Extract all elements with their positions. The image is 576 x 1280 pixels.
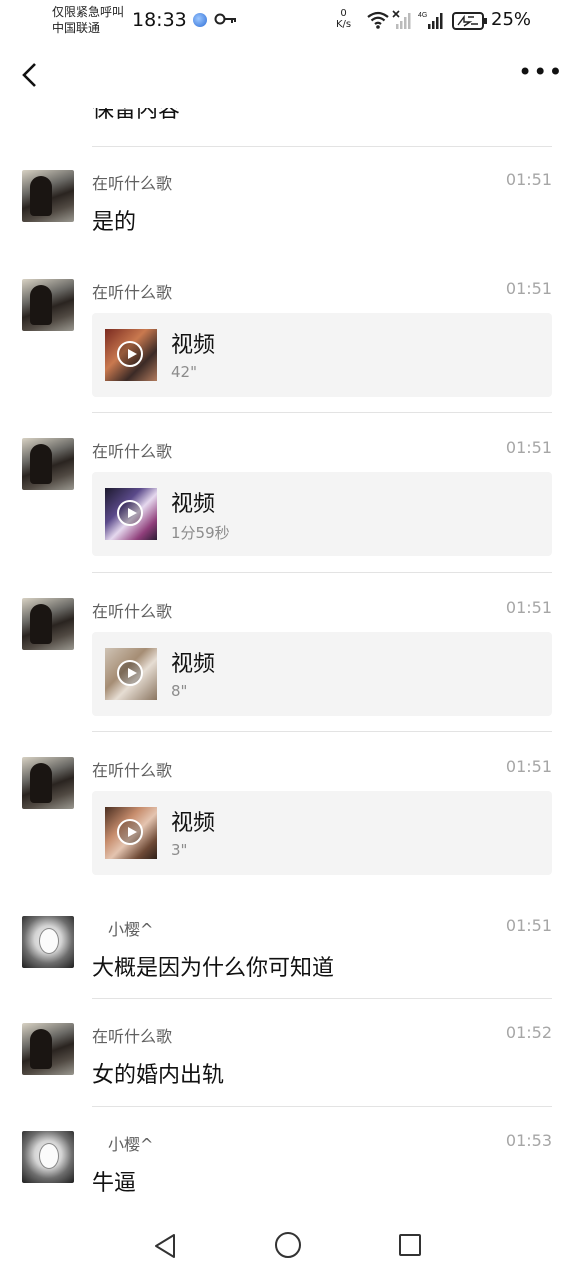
video-card[interactable]: 视频 3" bbox=[92, 791, 552, 875]
sender-name: 在听什么歌 bbox=[92, 761, 173, 780]
message-list[interactable]: 保留内容 在听什么歌 01:51 是的 在听什么歌 01:51 视频 42" 在… bbox=[0, 0, 576, 1210]
play-icon bbox=[117, 819, 143, 845]
video-title: 视频 bbox=[171, 811, 216, 836]
avatar[interactable] bbox=[22, 598, 74, 650]
message-time: 01:51 bbox=[505, 170, 552, 189]
message-text: 是的 bbox=[92, 210, 137, 235]
avatar[interactable] bbox=[22, 438, 74, 490]
sender-name: 在听什么歌 bbox=[92, 174, 173, 193]
avatar[interactable] bbox=[22, 757, 74, 809]
divider bbox=[92, 998, 552, 999]
avatar[interactable] bbox=[22, 170, 74, 222]
video-duration: 42" bbox=[171, 363, 197, 381]
video-title: 视频 bbox=[171, 333, 216, 358]
sender-name: 小樱^ bbox=[108, 1135, 154, 1154]
sender-name: 在听什么歌 bbox=[92, 442, 173, 461]
more-icon[interactable]: ••• bbox=[518, 60, 562, 86]
video-thumbnail[interactable] bbox=[105, 329, 157, 381]
divider bbox=[92, 1106, 552, 1107]
sender-name: 小樱^ bbox=[108, 920, 154, 939]
video-card[interactable]: 视频 8" bbox=[92, 632, 552, 716]
system-nav-bar bbox=[0, 1210, 576, 1280]
message-time: 01:52 bbox=[505, 1023, 552, 1042]
message-text: 女的婚内出轨 bbox=[92, 1063, 225, 1088]
message-time: 01:51 bbox=[505, 438, 552, 457]
play-icon bbox=[117, 660, 143, 686]
divider bbox=[92, 412, 552, 413]
nav-recent-icon[interactable] bbox=[399, 1234, 421, 1256]
back-icon[interactable] bbox=[16, 60, 44, 90]
nav-home-icon[interactable] bbox=[275, 1232, 301, 1258]
message-text: 大概是因为什么你可知道 bbox=[92, 956, 335, 981]
divider bbox=[92, 146, 552, 147]
sender-name: 在听什么歌 bbox=[92, 1027, 173, 1046]
video-duration: 1分59秒 bbox=[171, 524, 230, 542]
avatar[interactable] bbox=[22, 279, 74, 331]
message-time: 01:51 bbox=[505, 598, 552, 617]
divider bbox=[92, 731, 552, 732]
top-bar: ••• bbox=[0, 44, 576, 108]
video-duration: 3" bbox=[171, 841, 188, 859]
avatar[interactable] bbox=[22, 1023, 74, 1075]
message-text: 牛逼 bbox=[92, 1171, 137, 1196]
message-time: 01:53 bbox=[505, 1131, 552, 1150]
message-time: 01:51 bbox=[505, 757, 552, 776]
avatar[interactable] bbox=[22, 916, 74, 968]
message-time: 01:51 bbox=[505, 916, 552, 935]
video-card[interactable]: 视频 42" bbox=[92, 313, 552, 397]
video-card[interactable]: 视频 1分59秒 bbox=[92, 472, 552, 556]
divider bbox=[92, 572, 552, 573]
video-thumbnail[interactable] bbox=[105, 648, 157, 700]
video-duration: 8" bbox=[171, 682, 188, 700]
avatar[interactable] bbox=[22, 1131, 74, 1183]
sender-name: 在听什么歌 bbox=[92, 283, 173, 302]
video-title: 视频 bbox=[171, 652, 216, 677]
video-thumbnail[interactable] bbox=[105, 488, 157, 540]
play-icon bbox=[117, 341, 143, 367]
video-title: 视频 bbox=[171, 492, 216, 517]
message-time: 01:51 bbox=[505, 279, 552, 298]
play-icon bbox=[117, 500, 143, 526]
sender-name: 在听什么歌 bbox=[92, 602, 173, 621]
video-thumbnail[interactable] bbox=[105, 807, 157, 859]
nav-back-icon[interactable] bbox=[152, 1232, 178, 1260]
